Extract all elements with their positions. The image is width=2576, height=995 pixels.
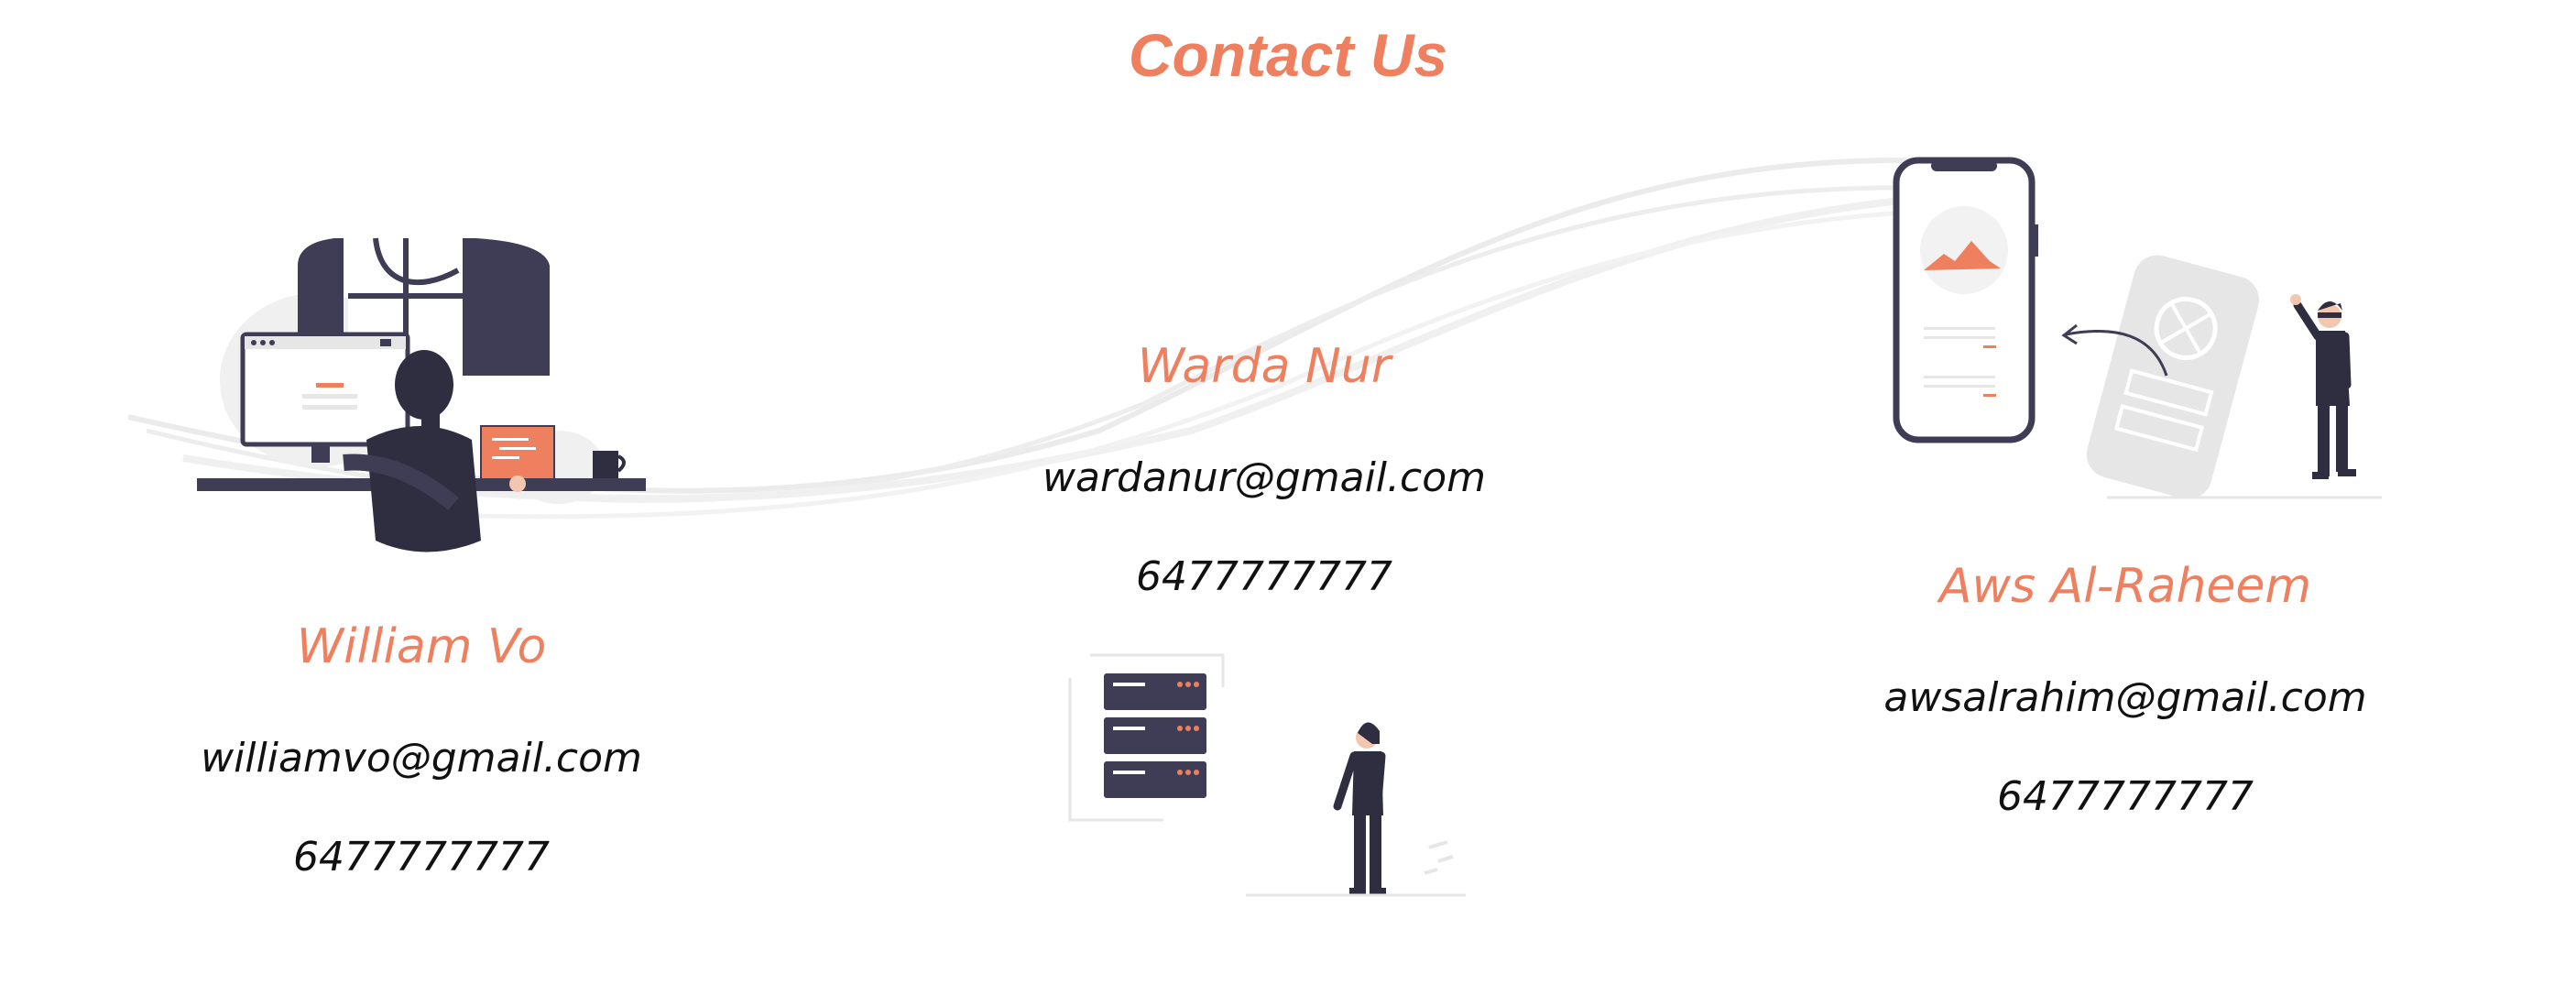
contact-email: awsalrahim@gmail.com — [1883, 674, 2367, 721]
mobile-app-illustration — [1893, 157, 2382, 499]
contact-name: Aws Al-Raheem — [1938, 559, 2312, 614]
contact-email: wardanur@gmail.com — [1042, 454, 1486, 501]
server-illustration — [1068, 653, 1466, 897]
contact-phone: 6477777777 — [1136, 553, 1392, 600]
contact-name: William Vo — [296, 619, 547, 674]
contact-email: williamvo@gmail.com — [201, 735, 642, 782]
developer-illustration — [197, 237, 646, 552]
contact-name: Warda Nur — [1137, 339, 1392, 394]
contact-phone: 6477777777 — [1997, 773, 2254, 820]
page-title: Contact Us — [1128, 21, 1448, 89]
contact-phone: 6477777777 — [293, 834, 550, 880]
